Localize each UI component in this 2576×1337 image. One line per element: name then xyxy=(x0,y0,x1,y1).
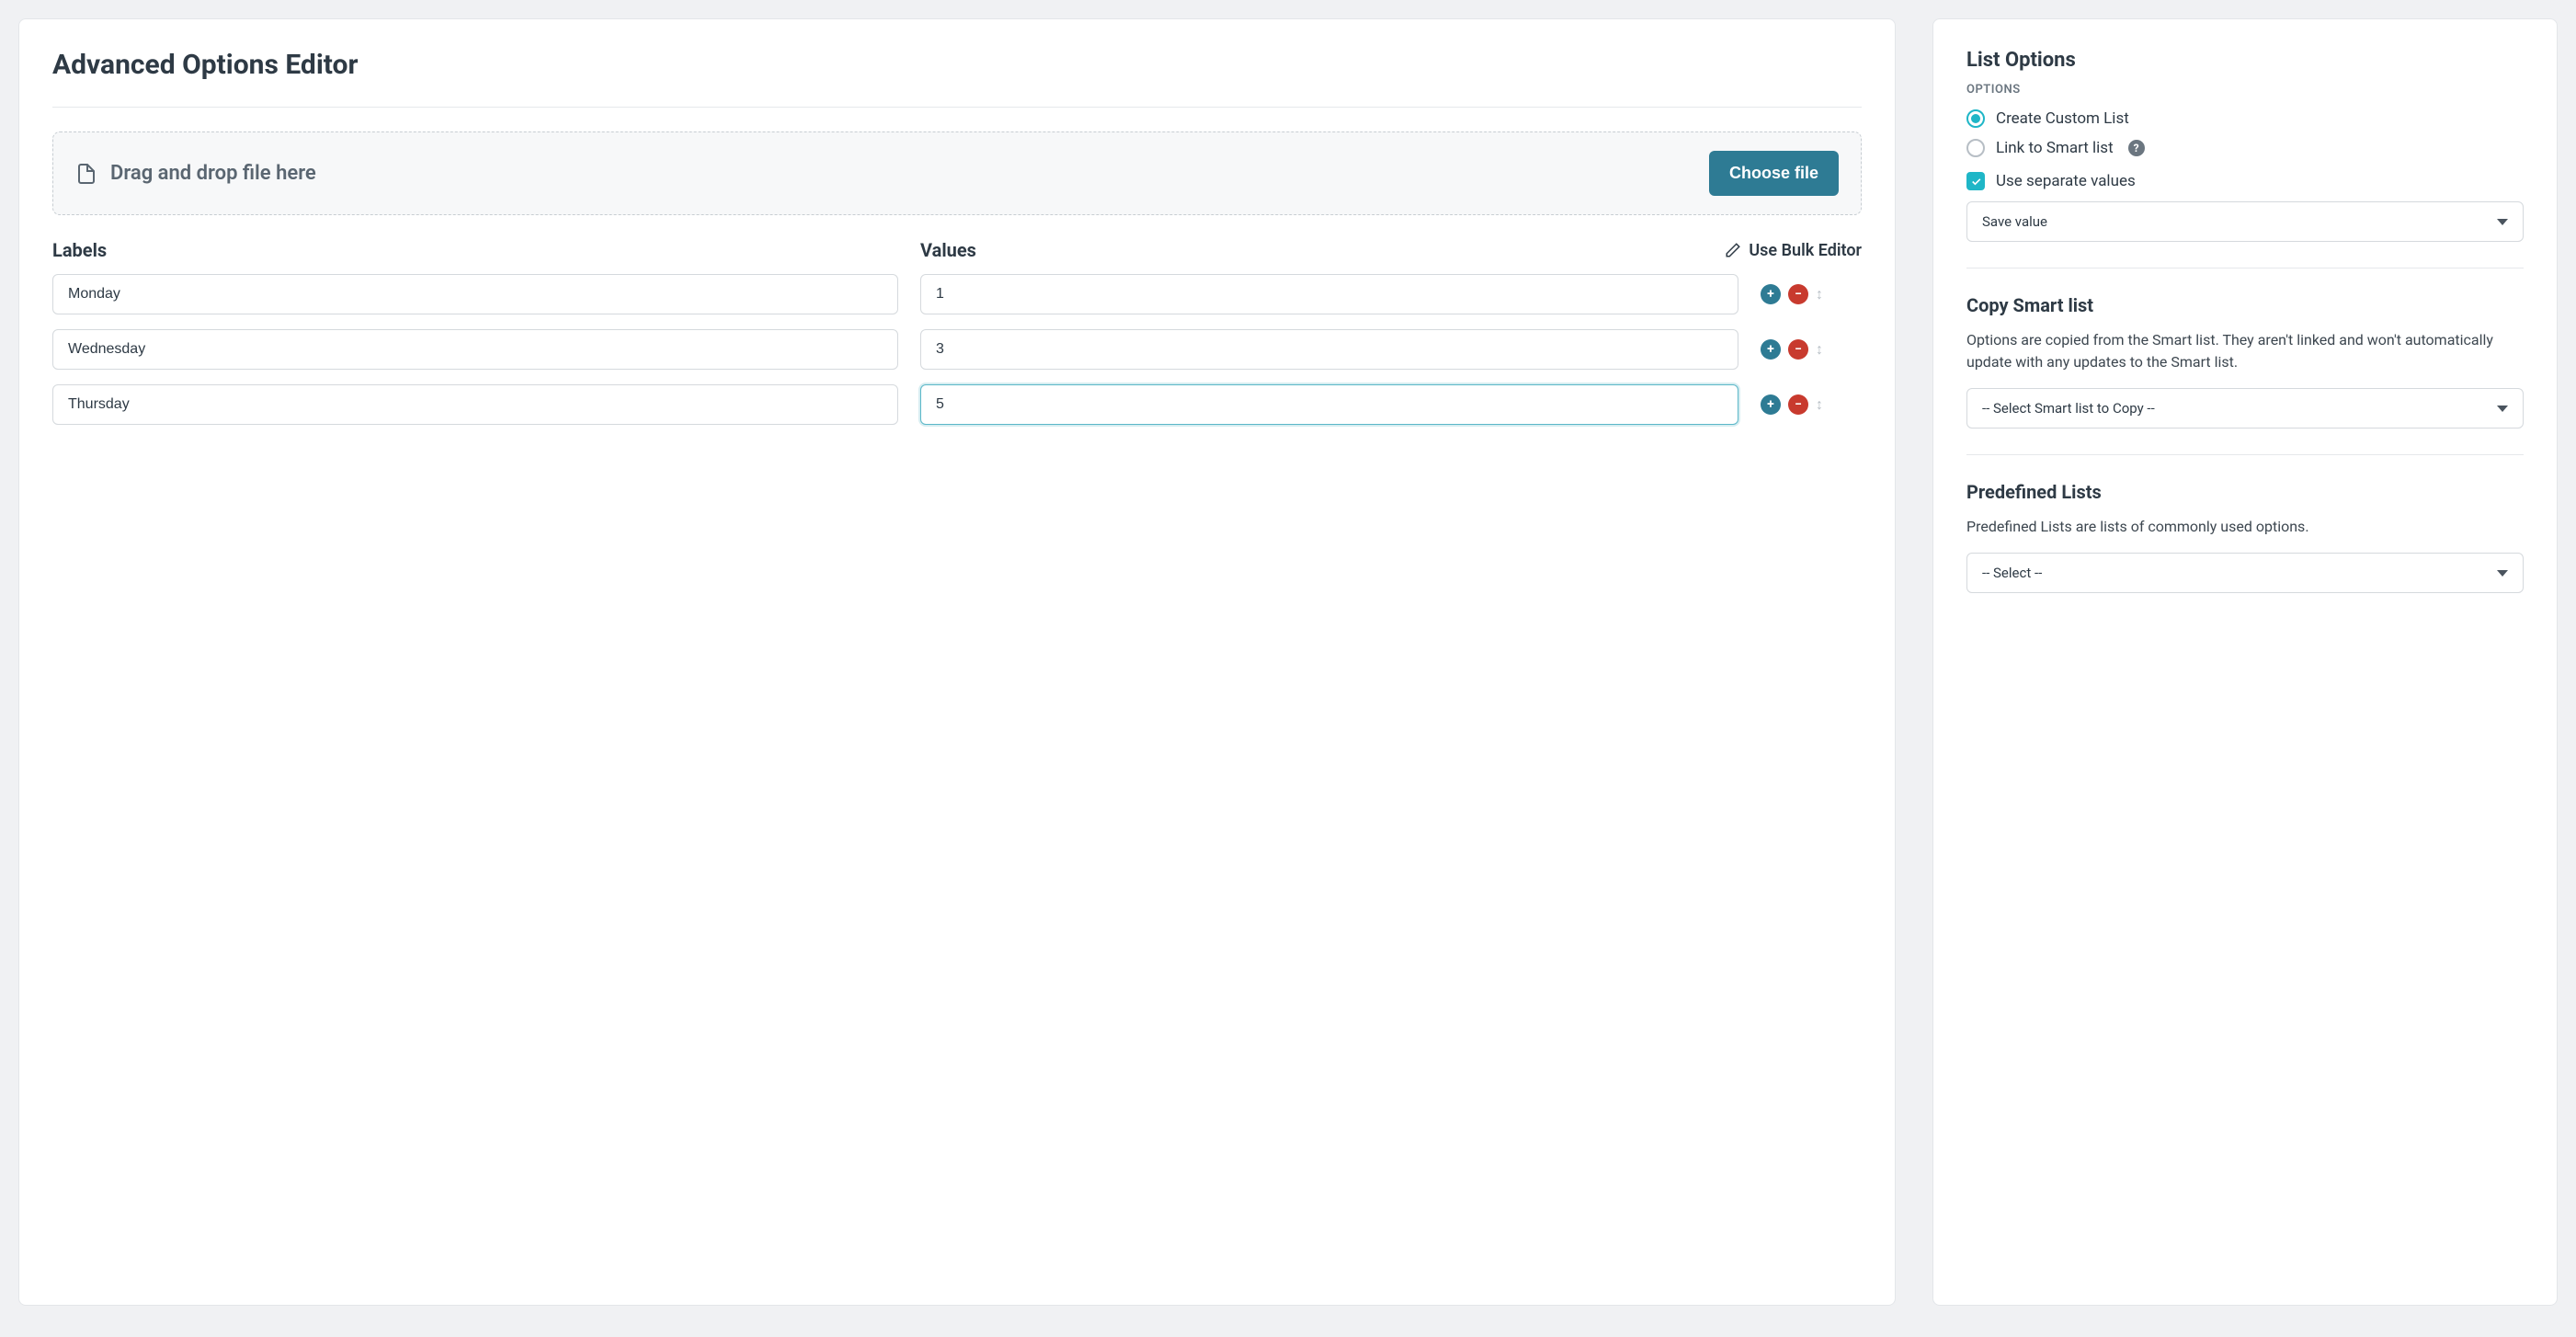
options-label: OPTIONS xyxy=(1966,83,2524,97)
choose-file-button[interactable]: Choose file xyxy=(1709,151,1839,196)
radio-link-label: Link to Smart list xyxy=(1996,139,2114,157)
row-actions: +−↕ xyxy=(1761,339,1862,360)
rows-container: +−↕+−↕+−↕ xyxy=(52,274,1862,425)
use-separate-values-label: Use separate values xyxy=(1996,172,2136,190)
radio-create-label: Create Custom List xyxy=(1996,109,2129,128)
option-row: +−↕ xyxy=(52,384,1862,425)
row-actions: +−↕ xyxy=(1761,284,1862,304)
side-divider xyxy=(1966,454,2524,455)
checkbox-icon xyxy=(1966,172,1985,190)
side-panel: List Options OPTIONS Create Custom List … xyxy=(1932,18,2558,1306)
copy-smart-list-desc: Options are copied from the Smart list. … xyxy=(1966,329,2524,373)
page-title: Advanced Options Editor xyxy=(52,49,1862,81)
file-dropzone[interactable]: Drag and drop file here Choose file xyxy=(52,131,1862,215)
predefined-lists-select[interactable]: -- Select -- xyxy=(1966,553,2524,593)
chevron-down-icon xyxy=(2497,406,2508,412)
radio-create-custom-list[interactable]: Create Custom List xyxy=(1966,109,2524,128)
label-input[interactable] xyxy=(52,384,898,425)
radio-link-smart-list[interactable]: Link to Smart list ? xyxy=(1966,139,2524,157)
save-mode-select-label: Save value xyxy=(1982,213,2047,230)
copy-smart-list-heading: Copy Smart list xyxy=(1966,294,2524,316)
list-options-title: List Options xyxy=(1966,49,2524,72)
use-separate-values-checkbox[interactable]: Use separate values xyxy=(1966,172,2524,190)
values-header: Values xyxy=(920,239,1703,261)
label-input[interactable] xyxy=(52,274,898,314)
pencil-icon xyxy=(1725,242,1741,258)
labels-header: Labels xyxy=(52,239,898,261)
drag-handle-icon[interactable]: ↕ xyxy=(1816,395,1823,414)
remove-row-button[interactable]: − xyxy=(1788,284,1808,304)
drag-handle-icon[interactable]: ↕ xyxy=(1816,340,1823,359)
help-icon[interactable]: ? xyxy=(2128,140,2145,156)
drag-handle-icon[interactable]: ↕ xyxy=(1816,285,1823,303)
columns-header: Labels Values Use Bulk Editor xyxy=(52,239,1862,261)
add-row-button[interactable]: + xyxy=(1761,394,1781,415)
row-actions: +−↕ xyxy=(1761,394,1862,415)
file-icon xyxy=(75,163,97,185)
predefined-lists-desc: Predefined Lists are lists of commonly u… xyxy=(1966,516,2524,538)
chevron-down-icon xyxy=(2497,219,2508,225)
predefined-lists-select-label: -- Select -- xyxy=(1982,565,2042,581)
dropzone-left: Drag and drop file here xyxy=(75,162,316,185)
value-input[interactable] xyxy=(920,384,1738,425)
radio-icon xyxy=(1966,139,1985,157)
main-panel: Advanced Options Editor Drag and drop fi… xyxy=(18,18,1896,1306)
label-input[interactable] xyxy=(52,329,898,370)
option-row: +−↕ xyxy=(52,329,1862,370)
copy-smart-list-select-label: -- Select Smart list to Copy -- xyxy=(1982,400,2155,417)
option-row: +−↕ xyxy=(52,274,1862,314)
add-row-button[interactable]: + xyxy=(1761,284,1781,304)
value-input[interactable] xyxy=(920,329,1738,370)
save-mode-select[interactable]: Save value xyxy=(1966,201,2524,242)
divider xyxy=(52,107,1862,108)
remove-row-button[interactable]: − xyxy=(1788,339,1808,360)
use-bulk-editor-button[interactable]: Use Bulk Editor xyxy=(1725,241,1862,260)
value-input[interactable] xyxy=(920,274,1738,314)
dropzone-text: Drag and drop file here xyxy=(110,162,316,185)
chevron-down-icon xyxy=(2497,570,2508,577)
side-divider xyxy=(1966,268,2524,269)
radio-icon xyxy=(1966,109,1985,128)
copy-smart-list-select[interactable]: -- Select Smart list to Copy -- xyxy=(1966,388,2524,429)
predefined-lists-heading: Predefined Lists xyxy=(1966,481,2524,503)
remove-row-button[interactable]: − xyxy=(1788,394,1808,415)
bulk-editor-label: Use Bulk Editor xyxy=(1749,241,1862,260)
add-row-button[interactable]: + xyxy=(1761,339,1781,360)
